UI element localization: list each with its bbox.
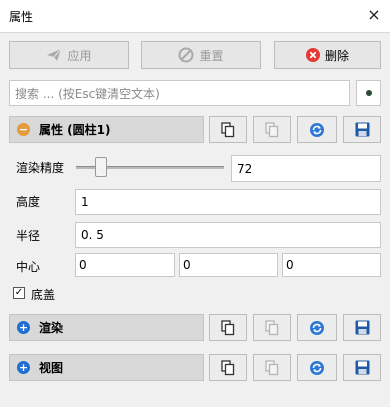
reset-label: 重置 [199, 48, 224, 63]
view-copy-button[interactable] [209, 354, 247, 381]
expand-icon: + [17, 321, 30, 334]
copy-icon [221, 359, 235, 375]
send-icon [47, 48, 62, 61]
base-checkbox[interactable]: ✓ [13, 287, 25, 299]
view-refresh-button[interactable] [297, 354, 337, 381]
precision-value: 72 [237, 161, 253, 176]
collapse-icon: − [17, 123, 30, 136]
save-icon [355, 320, 369, 335]
view-section-title: 视图 [39, 361, 64, 375]
properties-save-button[interactable] [343, 116, 381, 143]
title-bar [0, 0, 390, 32]
center-y-input[interactable]: 0 [179, 253, 278, 277]
paste-icon [265, 359, 279, 375]
apply-button[interactable]: 应用 [9, 41, 129, 69]
radius-input[interactable]: 0. 5 [75, 222, 381, 248]
height-value: 1 [81, 195, 89, 209]
refresh-icon [310, 320, 324, 335]
radius-value: 0. 5 [81, 228, 104, 242]
copy-icon [221, 319, 235, 335]
render-save-button[interactable] [343, 314, 381, 341]
delete-icon [305, 48, 320, 62]
delete-label: 删除 [324, 48, 349, 63]
close-button[interactable]: × [365, 5, 383, 25]
render-paste-button[interactable] [253, 314, 291, 341]
save-icon [355, 360, 369, 375]
base-label: 底盖 [31, 288, 56, 302]
paste-icon [265, 121, 279, 137]
delete-button[interactable]: 删除 [274, 41, 381, 69]
reset-button[interactable]: 重置 [141, 41, 261, 69]
center-z-input[interactable]: 0 [282, 253, 381, 277]
center-label: 中心 [16, 260, 41, 274]
properties-section-header[interactable]: − 属性 (圆柱1) [9, 116, 204, 143]
view-section-header[interactable]: + 视图 [9, 354, 204, 381]
render-refresh-button[interactable] [297, 314, 337, 341]
reset-icon [178, 47, 194, 63]
precision-input[interactable]: 72 [231, 155, 381, 182]
render-copy-button[interactable] [209, 314, 247, 341]
center-x-input[interactable]: 0 [75, 253, 175, 277]
search-status-box [356, 80, 381, 106]
paste-icon [265, 319, 279, 335]
search-input[interactable]: 搜索 ... (按Esc键清空文本) [9, 80, 350, 106]
title-separator [0, 32, 390, 33]
save-icon [355, 122, 369, 137]
status-dot-icon [365, 90, 372, 96]
properties-refresh-button[interactable] [297, 116, 337, 143]
render-section-header[interactable]: + 渲染 [9, 314, 204, 341]
height-input[interactable]: 1 [75, 189, 381, 215]
render-section-title: 渲染 [39, 321, 64, 335]
radius-label: 半径 [16, 229, 41, 243]
properties-copy-button[interactable] [209, 116, 247, 143]
precision-slider-handle[interactable] [95, 157, 108, 177]
copy-icon [221, 121, 235, 137]
window-title: 属性 [9, 10, 34, 24]
view-save-button[interactable] [343, 354, 381, 381]
expand-icon: + [17, 361, 30, 374]
view-paste-button[interactable] [253, 354, 291, 381]
center-x-value: 0 [79, 258, 87, 272]
properties-paste-button[interactable] [253, 116, 291, 143]
properties-section-title: 属性 (圆柱1) [39, 123, 111, 137]
refresh-icon [310, 360, 324, 375]
apply-label: 应用 [67, 48, 92, 63]
height-label: 高度 [16, 195, 41, 209]
refresh-icon [310, 122, 324, 137]
search-placeholder: 搜索 ... (按Esc键清空文本) [15, 86, 160, 101]
center-z-value: 0 [286, 258, 294, 272]
center-y-value: 0 [183, 258, 191, 272]
precision-label: 渲染精度 [16, 161, 65, 175]
